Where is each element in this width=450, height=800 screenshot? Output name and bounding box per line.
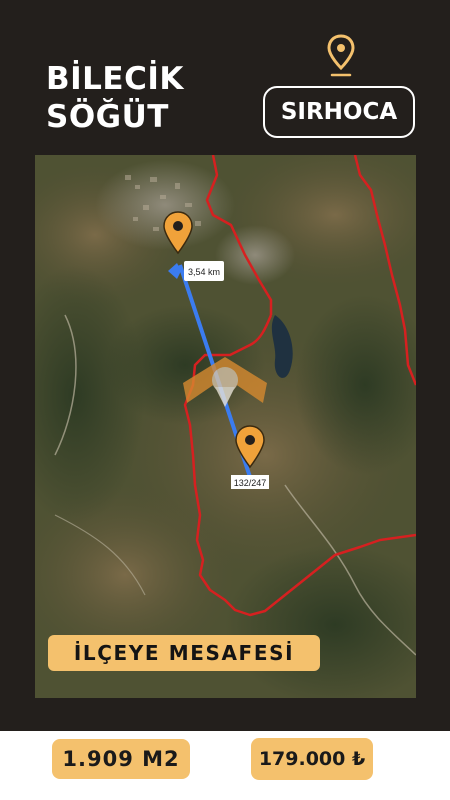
city-name: BİLECİK	[46, 61, 184, 97]
city-title: BİLECİK SÖĞÜT	[46, 60, 184, 136]
area-badge: 1.909 M2	[52, 739, 190, 779]
location-pin-icon	[327, 34, 355, 77]
price-badge: 179.000 ₺	[251, 738, 373, 780]
district-name: SÖĞÜT	[46, 99, 169, 135]
parcel-label: 132/247	[234, 478, 267, 488]
village-badge: SIRHOCA	[263, 86, 415, 138]
distance-banner: İLÇEYE MESAFESİ	[48, 635, 320, 671]
header: BİLECİK SÖĞÜT SIRHOCA	[0, 0, 450, 150]
satellite-map[interactable]: 3,54 km 132/247	[35, 155, 416, 698]
distance-label: 3,54 km	[188, 267, 220, 277]
